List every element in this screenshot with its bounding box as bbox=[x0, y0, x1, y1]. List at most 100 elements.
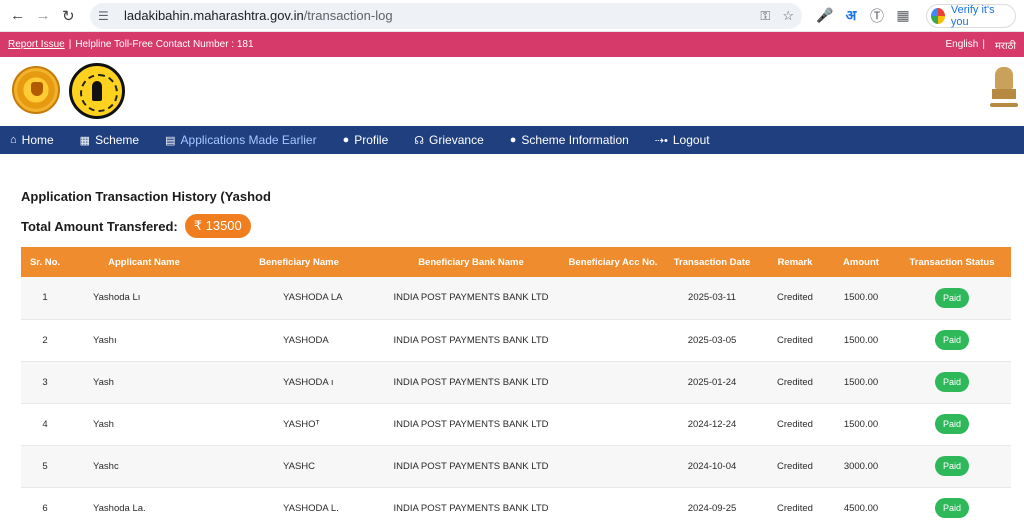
divider: | bbox=[982, 39, 985, 50]
report-issue-link[interactable]: Report Issue bbox=[8, 39, 65, 50]
cell-sr-no: 4 bbox=[42, 418, 48, 430]
national-emblem-logo bbox=[990, 67, 1018, 117]
cell-applicant-name: Yashı bbox=[93, 334, 117, 346]
status-badge: Paid bbox=[934, 498, 969, 518]
forward-arrow-icon[interactable]: → bbox=[33, 5, 52, 27]
browser-toolbar: ← → ↻ ☰ ladakibahin.maharashtra.gov.in/t… bbox=[0, 0, 1024, 32]
google-account-icon bbox=[930, 7, 945, 24]
cell-bank-name: INDIA POST PAYMENTS BANK LTD bbox=[393, 460, 549, 472]
address-bar[interactable]: ☰ ladakibahin.maharashtra.gov.in/transac… bbox=[89, 2, 802, 29]
total-amount-badge: ₹ 13500 bbox=[184, 214, 251, 238]
language-marathi-link[interactable]: मराठी bbox=[995, 38, 1016, 52]
nav-grievance[interactable]: ☊ Grievance bbox=[414, 133, 483, 147]
cell-amount: 1500.00 bbox=[843, 334, 879, 346]
cell-beneficiary-name: YASHODA L. bbox=[283, 502, 339, 514]
cell-transaction-date: 2025-03-11 bbox=[688, 292, 736, 304]
extensions-puzzle-icon[interactable]: ▦ bbox=[890, 7, 916, 24]
cell-transaction-status: Paid bbox=[893, 403, 1011, 445]
table-row: 4 Yash YASHOᵀ INDIA POST PAYMENTS BANK LTD 2… bbox=[21, 403, 1011, 445]
cell-amount: 4500.00 bbox=[843, 502, 879, 514]
cell-transaction-status: Paid bbox=[893, 277, 1011, 319]
cell-beneficiary-name: YASHODA ı bbox=[283, 376, 334, 388]
header-logos bbox=[0, 57, 1024, 126]
col-remark: Remark bbox=[777, 256, 813, 268]
cell-transaction-date: 2025-03-05 bbox=[687, 334, 737, 346]
cell-sr-no: 6 bbox=[42, 502, 48, 514]
cell-transaction-date: 2024-10-04 bbox=[687, 460, 737, 472]
col-transaction-date: Transaction Date bbox=[673, 256, 751, 268]
divider: | bbox=[68, 39, 72, 50]
home-icon: ⌂ bbox=[10, 134, 17, 146]
cell-bank-name: INDIA POST PAYMENTS BANK LTD bbox=[393, 376, 549, 388]
cell-transaction-date: 2024-12-24 bbox=[687, 418, 737, 430]
bookmark-star-icon[interactable]: ☆ bbox=[782, 8, 794, 24]
nav-home[interactable]: ⌂ Home bbox=[10, 133, 54, 147]
url-path: /transaction-log bbox=[303, 8, 393, 23]
cell-bank-name: INDIA POST PAYMENTS BANK LTD bbox=[393, 418, 549, 430]
col-transaction-status: Transaction Status bbox=[909, 256, 995, 268]
cell-applicant-name: Yashc bbox=[93, 460, 119, 472]
nav-scheme-label: Scheme bbox=[95, 133, 140, 147]
site-info-icon[interactable]: ☰ bbox=[98, 9, 116, 23]
table-row: 6 Yashoda La. YASHODA L. INDIA POST PAYMENT… bbox=[21, 487, 1011, 526]
cell-bank-name: INDIA POST PAYMENTS BANK LTD bbox=[393, 334, 549, 346]
status-badge: Paid bbox=[934, 372, 969, 392]
microphone-icon[interactable]: 🎤 bbox=[812, 7, 838, 24]
cell-applicant-name: Yash bbox=[93, 376, 114, 388]
cell-bank-name: INDIA POST PAYMENTS BANK LTD bbox=[393, 292, 549, 304]
nav-scheme-information-label: Scheme Information bbox=[521, 133, 629, 147]
reload-icon[interactable]: ↻ bbox=[59, 5, 78, 27]
nav-profile-label: Profile bbox=[354, 133, 389, 147]
table-row: 2 Yashı YASHODA INDIA POST PAYMENTS BANK LT… bbox=[21, 319, 1011, 361]
status-badge: Paid bbox=[934, 287, 969, 308]
col-acc-no: Beneficiary Acc No. bbox=[568, 256, 658, 268]
col-beneficiary-name: Beneficiary Name bbox=[259, 256, 339, 268]
cell-remark: Credited bbox=[777, 502, 813, 514]
nav-profile[interactable]: ● Profile bbox=[343, 133, 389, 147]
table-row: 1 Yashoda Lı YASHODA LA INDIA POST PAYMENTS… bbox=[21, 277, 1011, 319]
cell-remark: Credited bbox=[777, 418, 813, 430]
cell-amount: 1500.00 bbox=[843, 292, 879, 304]
nav-scheme-information[interactable]: ● Scheme Information bbox=[510, 133, 629, 147]
cell-beneficiary-name: YASHODA LA bbox=[283, 292, 343, 304]
back-arrow-icon[interactable]: ← bbox=[8, 5, 27, 27]
cell-sr-no: 5 bbox=[42, 460, 48, 472]
cell-acc-no bbox=[563, 277, 663, 319]
cell-acc-no bbox=[563, 445, 663, 487]
top-info-bar: Report Issue | Helpline Toll-Free Contac… bbox=[0, 32, 1024, 57]
nav-logout-label: Logout bbox=[672, 133, 710, 147]
cell-acc-no bbox=[563, 403, 663, 445]
total-amount-row: Total Amount Transfered: ₹ 13500 bbox=[21, 214, 1011, 238]
main-nav: ⌂ Home ▦ Scheme ▤ Applications Made Earl… bbox=[0, 126, 1024, 154]
translate-icon[interactable]: अ bbox=[838, 6, 864, 25]
cell-acc-no bbox=[563, 361, 663, 403]
cell-applicant-name: Yash bbox=[93, 418, 114, 430]
table-header-row: Sr. No. Applicant Name Beneficiary Name … bbox=[21, 247, 1011, 277]
status-badge: Paid bbox=[934, 414, 969, 434]
password-key-icon[interactable]: ⚿ bbox=[760, 8, 770, 24]
logout-icon: ⇢• bbox=[654, 134, 668, 147]
cell-amount: 3000.00 bbox=[843, 460, 879, 472]
maharashtra-seal-logo bbox=[12, 66, 60, 114]
user-icon: ● bbox=[342, 134, 350, 146]
transaction-table: Sr. No. Applicant Name Beneficiary Name … bbox=[21, 247, 1011, 526]
total-amount-label: Total Amount Transfered: bbox=[21, 218, 178, 234]
verify-identity-chip[interactable]: Verify it's you bbox=[925, 3, 1016, 28]
cell-remark: Credited bbox=[777, 376, 813, 388]
language-english-link[interactable]: English bbox=[946, 39, 979, 50]
cell-remark: Credited bbox=[777, 334, 813, 346]
cell-remark: Credited bbox=[777, 460, 813, 472]
cell-acc-no bbox=[563, 319, 663, 361]
cell-remark: Credited bbox=[777, 292, 813, 304]
cell-bank-name: INDIA POST PAYMENTS BANK LTD bbox=[393, 502, 549, 514]
cell-acc-no bbox=[563, 487, 663, 526]
nav-scheme[interactable]: ▦ Scheme bbox=[80, 133, 139, 147]
cell-transaction-status: Paid bbox=[893, 487, 1011, 526]
headset-icon: ☊ bbox=[414, 134, 425, 147]
cell-sr-no: 3 bbox=[42, 376, 48, 388]
nav-logout[interactable]: ⇢• Logout bbox=[655, 133, 710, 147]
wordpress-extension-icon[interactable]: Ⓣ bbox=[864, 6, 890, 26]
nav-grievance-label: Grievance bbox=[429, 133, 484, 147]
nav-applications[interactable]: ▤ Applications Made Earlier bbox=[165, 133, 316, 147]
cell-transaction-status: Paid bbox=[893, 319, 1011, 361]
